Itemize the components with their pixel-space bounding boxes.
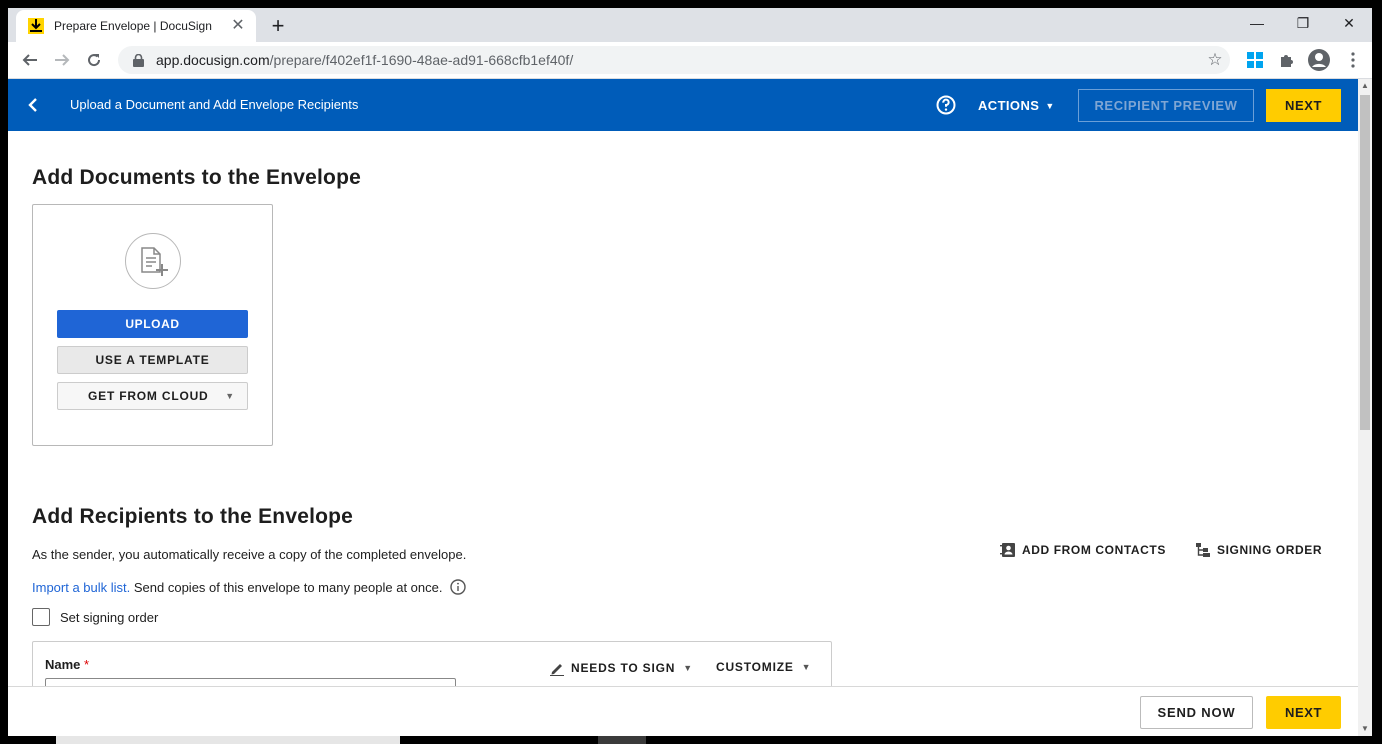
upload-button[interactable]: UPLOAD <box>57 310 248 338</box>
set-signing-order-checkbox[interactable] <box>32 608 50 626</box>
restore-button[interactable]: ❐ <box>1280 8 1326 38</box>
signing-order-label: SIGNING ORDER <box>1217 543 1323 557</box>
taskbar-strip <box>56 736 400 744</box>
close-window-button[interactable]: ✕ <box>1326 8 1372 38</box>
browser-window: Prepare Envelope | DocuSign ✕ + — ❐ ✕ ap… <box>8 8 1372 736</box>
browser-toolbar: app.docusign.com/prepare/f402ef1f-1690-4… <box>8 42 1372 79</box>
needs-to-sign-label: NEEDS TO SIGN <box>571 661 676 675</box>
browser-tab[interactable]: Prepare Envelope | DocuSign ✕ <box>16 10 256 42</box>
docusign-favicon-icon <box>28 18 44 34</box>
back-arrow-icon[interactable] <box>17 47 43 73</box>
header-next-button[interactable]: NEXT <box>1266 89 1341 122</box>
help-icon[interactable] <box>936 95 956 115</box>
recipients-heading: Add Recipients to the Envelope <box>32 505 354 528</box>
tab-strip: Prepare Envelope | DocuSign ✕ + — ❐ ✕ <box>8 8 1372 42</box>
get-from-cloud-button[interactable]: GET FROM CLOUD ▼ <box>57 382 248 410</box>
info-icon[interactable] <box>450 579 466 598</box>
bookmark-star-icon[interactable]: ☆ <box>1206 51 1224 69</box>
bulk-list-row: Import a bulk list. Send copies of this … <box>32 579 466 598</box>
recipient-preview-button[interactable]: RECIPIENT PREVIEW <box>1078 89 1254 122</box>
forward-arrow-icon[interactable] <box>49 47 75 73</box>
browser-menu-icon[interactable] <box>1340 47 1366 73</box>
caret-down-icon: ▼ <box>801 662 812 672</box>
caret-down-icon: ▼ <box>225 391 235 401</box>
import-bulk-list-link[interactable]: Import a bulk list. <box>32 580 130 595</box>
main-content: Add Documents to the Envelope UPLOAD USE… <box>8 131 1358 686</box>
use-template-button[interactable]: USE A TEMPLATE <box>57 346 248 374</box>
recipient-name-input[interactable] <box>45 678 456 686</box>
footer-bar: SEND NOW NEXT <box>8 686 1358 736</box>
tab-close-icon[interactable]: ✕ <box>228 16 248 36</box>
name-label-text: Name <box>45 657 81 672</box>
taskbar-strip <box>598 736 646 744</box>
caret-down-icon: ▼ <box>683 663 693 673</box>
tab-title: Prepare Envelope | DocuSign <box>54 19 212 33</box>
url-text: app.docusign.com/prepare/f402ef1f-1690-4… <box>156 52 573 68</box>
customize-dropdown[interactable]: CUSTOMIZE ▼ <box>716 660 811 674</box>
profile-avatar-icon[interactable] <box>1306 47 1332 73</box>
add-from-contacts-label: ADD FROM CONTACTS <box>1022 543 1166 557</box>
back-chevron-icon[interactable] <box>22 93 44 117</box>
get-from-cloud-label: GET FROM CLOUD <box>88 389 209 403</box>
page-title: Upload a Document and Add Envelope Recip… <box>70 97 359 112</box>
windows-extension-icon[interactable] <box>1242 47 1268 73</box>
actions-label: ACTIONS <box>978 98 1040 113</box>
caret-down-icon: ▼ <box>1045 100 1055 111</box>
footer-next-button[interactable]: NEXT <box>1266 696 1341 729</box>
contacts-book-icon <box>1000 542 1016 558</box>
new-tab-button[interactable]: + <box>264 13 292 38</box>
actions-menu[interactable]: ACTIONS ▼ <box>978 98 1055 113</box>
minimize-button[interactable]: — <box>1234 8 1280 38</box>
set-signing-order-label: Set signing order <box>60 609 159 625</box>
page-scrollbar[interactable]: ▲ ▼ <box>1358 79 1372 736</box>
url-domain: app.docusign.com <box>156 52 270 68</box>
pen-icon <box>549 660 565 676</box>
lock-icon <box>130 52 146 68</box>
add-from-contacts-button[interactable]: ADD FROM CONTACTS <box>1000 542 1166 558</box>
sender-note: As the sender, you automatically receive… <box>32 547 467 562</box>
address-bar[interactable]: app.docusign.com/prepare/f402ef1f-1690-4… <box>118 46 1230 74</box>
url-path: /prepare/f402ef1f-1690-48ae-ad91-668cfb1… <box>269 52 574 68</box>
signing-order-button[interactable]: SIGNING ORDER <box>1195 542 1322 558</box>
add-document-icon <box>125 233 181 289</box>
extensions-puzzle-icon[interactable] <box>1274 47 1300 73</box>
customize-label: CUSTOMIZE <box>716 660 794 674</box>
docusign-header: Upload a Document and Add Envelope Recip… <box>8 79 1372 131</box>
document-upload-panel[interactable]: UPLOAD USE A TEMPLATE GET FROM CLOUD ▼ <box>32 204 273 446</box>
name-label: Name * <box>45 657 89 672</box>
recipient-card: Name * NEEDS TO SIGN ▼ CUSTOMIZE ▼ <box>32 641 832 686</box>
scroll-down-arrow-icon[interactable]: ▼ <box>1358 722 1372 736</box>
reload-icon[interactable] <box>81 47 107 73</box>
set-signing-order-row[interactable]: Set signing order <box>32 608 158 626</box>
bulk-list-text: Send copies of this envelope to many peo… <box>130 579 443 595</box>
send-now-button[interactable]: SEND NOW <box>1140 696 1253 729</box>
scroll-up-arrow-icon[interactable]: ▲ <box>1358 79 1372 93</box>
documents-heading: Add Documents to the Envelope <box>32 166 361 189</box>
scroll-thumb[interactable] <box>1360 95 1370 430</box>
needs-to-sign-dropdown[interactable]: NEEDS TO SIGN ▼ <box>549 660 693 676</box>
signing-order-icon <box>1195 542 1211 558</box>
required-marker: * <box>84 657 90 672</box>
